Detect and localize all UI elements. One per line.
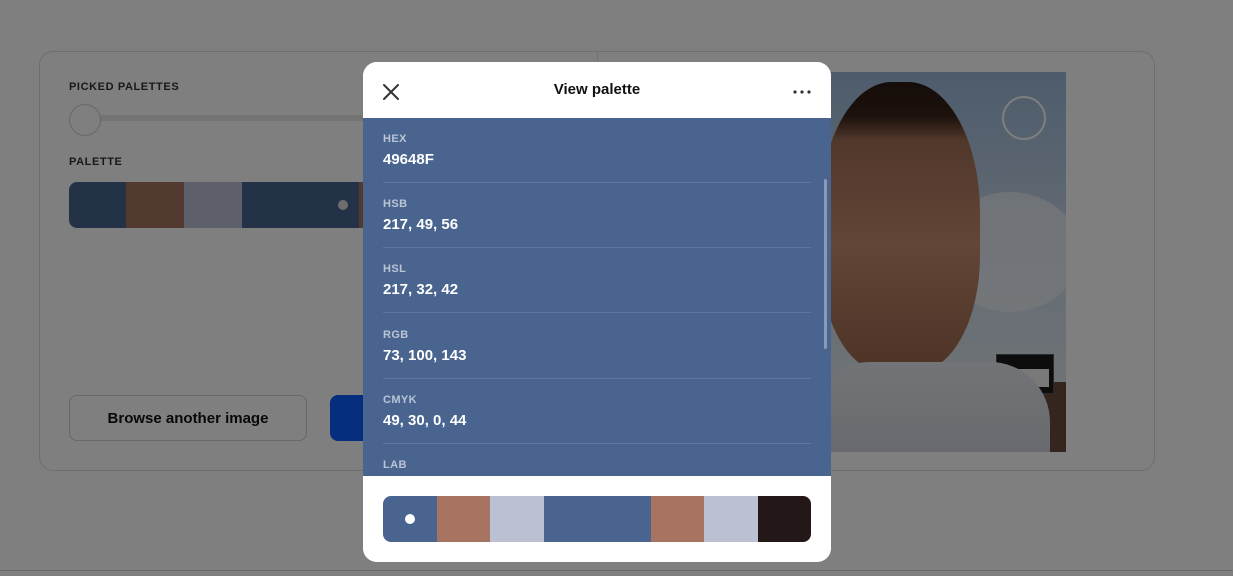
- view-palette-modal: View palette HEX 49648F HSB 217, 49, 56 …: [363, 62, 831, 562]
- modal-palette-strip[interactable]: [383, 496, 811, 542]
- palette-swatch[interactable]: [704, 496, 758, 542]
- value-row-hsb[interactable]: HSB 217, 49, 56: [383, 183, 811, 248]
- value-label: CMYK: [383, 394, 417, 406]
- value-row-cmyk[interactable]: CMYK 49, 30, 0, 44: [383, 379, 811, 444]
- color-values-panel[interactable]: HEX 49648F HSB 217, 49, 56 HSL 217, 32, …: [363, 118, 831, 476]
- palette-swatch[interactable]: [383, 496, 437, 542]
- values-scrollbar[interactable]: [824, 179, 827, 349]
- value-label: HEX: [383, 133, 407, 145]
- modal-header: View palette: [363, 62, 831, 118]
- value-text[interactable]: 217, 32, 42: [383, 281, 458, 298]
- selected-swatch-dot: [405, 514, 415, 524]
- value-row-hex[interactable]: HEX 49648F: [383, 118, 811, 183]
- palette-swatch[interactable]: [490, 496, 544, 542]
- more-options-button[interactable]: [787, 78, 817, 106]
- palette-swatch[interactable]: [544, 496, 651, 542]
- palette-swatch[interactable]: [437, 496, 490, 542]
- value-label: LAB: [383, 459, 407, 471]
- more-horizontal-icon: [793, 90, 811, 94]
- modal-footer: [363, 476, 831, 562]
- value-text[interactable]: 217, 49, 56: [383, 216, 458, 233]
- palette-swatch[interactable]: [651, 496, 704, 542]
- value-text[interactable]: 73, 100, 143: [383, 347, 466, 364]
- value-row-lab[interactable]: LAB: [383, 444, 811, 476]
- value-text[interactable]: 49648F: [383, 151, 434, 168]
- modal-title: View palette: [553, 81, 641, 98]
- palette-swatch[interactable]: [758, 496, 811, 542]
- value-label: RGB: [383, 329, 409, 341]
- value-row-hsl[interactable]: HSL 217, 32, 42: [383, 248, 811, 313]
- value-label: HSB: [383, 198, 408, 210]
- value-text[interactable]: 49, 30, 0, 44: [383, 412, 466, 429]
- value-label: HSL: [383, 263, 407, 275]
- value-row-rgb[interactable]: RGB 73, 100, 143: [383, 314, 811, 379]
